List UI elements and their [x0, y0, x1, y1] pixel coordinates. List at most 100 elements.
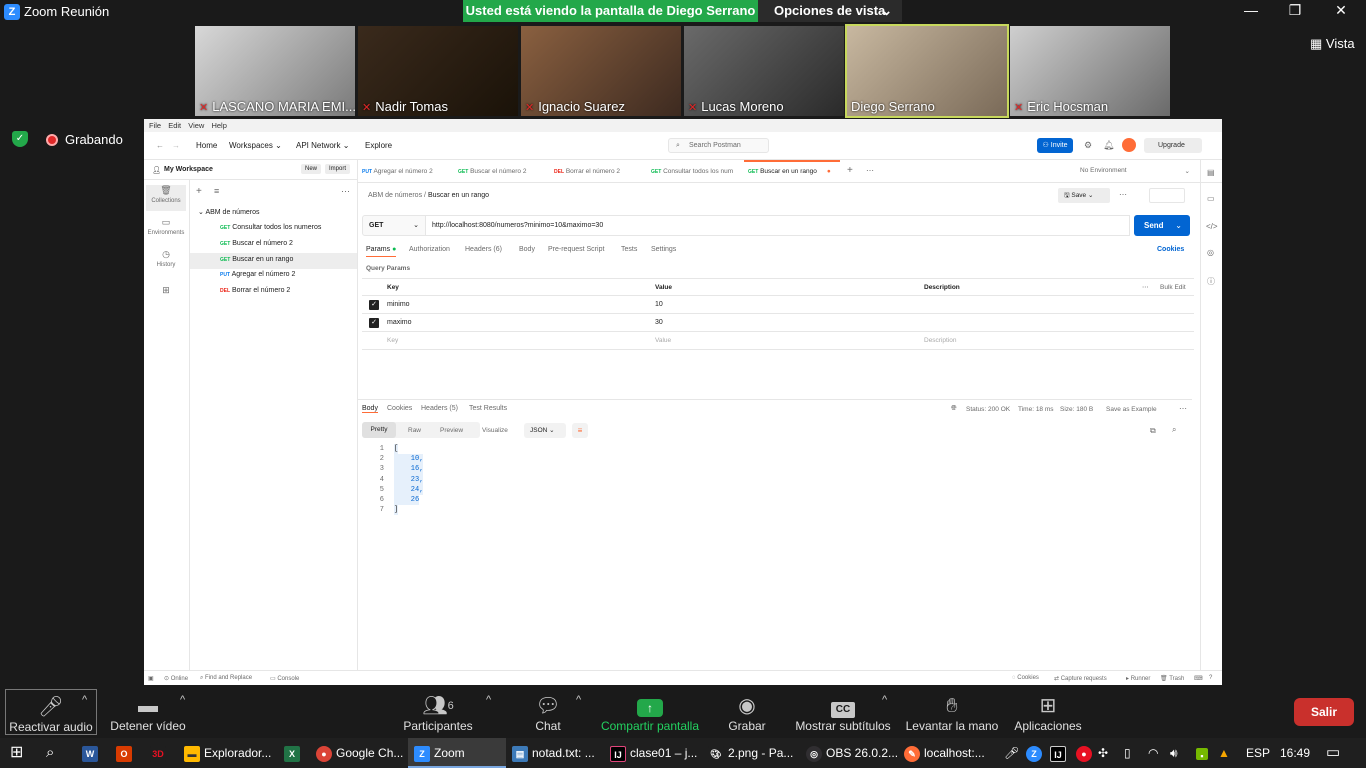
- resp-tab-test-results[interactable]: Test Results: [469, 405, 507, 412]
- new-tab-plus-icon[interactable]: +: [847, 165, 853, 176]
- network-tray-icon[interactable]: ✣: [1098, 738, 1108, 768]
- color-picker-tray-icon[interactable]: ●: [1076, 738, 1096, 768]
- value-input[interactable]: Value: [655, 337, 671, 344]
- apps-button[interactable]: ⊞ Aplicaciones: [1010, 689, 1086, 733]
- save-button[interactable]: 🖫︎ Save ⌄: [1058, 188, 1110, 203]
- nav-explore[interactable]: Explore: [365, 141, 392, 150]
- help-icon[interactable]: ?: [1209, 675, 1212, 681]
- comments-icon[interactable]: ▭: [1207, 194, 1215, 203]
- tab-settings[interactable]: Settings: [651, 246, 676, 253]
- share-screen-button[interactable]: ↑ Compartir pantalla: [598, 689, 702, 733]
- rail-environments[interactable]: ▭ Environments: [146, 217, 186, 243]
- menu-view[interactable]: View: [188, 121, 204, 130]
- lightbulb-icon[interactable]: ◎: [1207, 248, 1214, 257]
- nvidia-tray-icon[interactable]: ▪: [1196, 738, 1212, 768]
- method-select[interactable]: GET ⌄: [362, 215, 426, 236]
- stop-video-button[interactable]: ▬ Detener vídeo: [108, 689, 188, 733]
- more-icon[interactable]: ⋯: [1119, 190, 1127, 199]
- forward-arrow-icon[interactable]: →: [172, 141, 180, 150]
- office-icon[interactable]: O: [116, 738, 136, 768]
- wrap-lines-icon[interactable]: ≡: [572, 423, 588, 438]
- participants-button[interactable]: 👥︎6 Participantes: [398, 689, 478, 733]
- view-preview[interactable]: Preview: [440, 427, 463, 434]
- tab-params[interactable]: Params ●: [366, 246, 397, 257]
- taskbar-chrome[interactable]: ● Google Ch...: [316, 738, 403, 768]
- vlc-tray-icon[interactable]: ▲: [1218, 738, 1230, 768]
- taskbar-paint[interactable]: 🎨︎ 2.png - Pa...: [708, 738, 793, 768]
- caret-up-icon[interactable]: ^: [486, 694, 491, 706]
- shield-icon[interactable]: ✓: [12, 131, 28, 147]
- save-example-button[interactable]: Save as Example: [1106, 406, 1157, 413]
- code-icon[interactable]: </>: [1206, 222, 1218, 231]
- rail-apps[interactable]: ⊞: [146, 285, 186, 311]
- param-key[interactable]: maximo: [387, 319, 412, 326]
- view-options-button[interactable]: Opciones de vista ⌄: [758, 0, 902, 22]
- caret-up-icon[interactable]: ^: [180, 694, 185, 706]
- filter-icon[interactable]: ≡: [214, 186, 219, 196]
- keyboard-icon[interactable]: ⌨: [1194, 675, 1203, 682]
- request-item-selected[interactable]: GET Buscar en un rango: [190, 253, 357, 269]
- more-icon[interactable]: ⋯: [1179, 404, 1187, 413]
- search-input[interactable]: ⌕ Search Postman: [668, 138, 769, 153]
- tab-headers[interactable]: Headers (6): [465, 246, 502, 253]
- format-select[interactable]: JSON ⌄: [524, 423, 566, 438]
- raise-hand-button[interactable]: ✋︎ Levantar la mano: [904, 689, 1000, 733]
- wifi-icon[interactable]: ◠: [1148, 738, 1158, 768]
- menu-edit[interactable]: Edit: [168, 121, 181, 130]
- param-checkbox[interactable]: ✓: [369, 300, 379, 310]
- import-button[interactable]: Import: [325, 164, 351, 174]
- excel-icon[interactable]: X: [284, 738, 304, 768]
- microphone-tray-icon[interactable]: 🎤︎: [1004, 738, 1019, 768]
- param-value[interactable]: 10: [655, 301, 663, 308]
- request-item[interactable]: GET Buscar el número 2: [220, 240, 293, 247]
- request-tab[interactable]: GET Consultar todos los num: [651, 168, 733, 175]
- menu-file[interactable]: File: [149, 121, 161, 130]
- taskbar-notepad[interactable]: ▤ notad.txt: ...: [512, 738, 595, 768]
- caret-up-icon[interactable]: ^: [82, 694, 87, 706]
- intellij-tray-icon[interactable]: IJ: [1050, 738, 1070, 768]
- param-value[interactable]: 30: [655, 319, 663, 326]
- invite-button[interactable]: ⚇ Invite: [1037, 138, 1073, 153]
- back-arrow-icon[interactable]: ←: [156, 141, 164, 150]
- search-icon[interactable]: ⌕: [46, 738, 54, 768]
- more-icon[interactable]: ⋯: [341, 186, 350, 197]
- leave-button[interactable]: Salir: [1294, 698, 1354, 726]
- resp-tab-cookies[interactable]: Cookies: [387, 405, 412, 412]
- view-toggle-button[interactable]: ▦ Vista: [1310, 36, 1355, 52]
- find-replace-button[interactable]: ⌕ Find and Replace: [200, 675, 252, 682]
- trash-button[interactable]: 🗑︎ Trash: [1160, 675, 1184, 682]
- request-tab[interactable]: DEL Borrar el número 2: [554, 168, 620, 175]
- breadcrumb-parent[interactable]: ABM de números: [368, 192, 422, 199]
- view-visualize[interactable]: Visualize: [482, 427, 508, 434]
- request-item[interactable]: PUT Agregar el número 2: [220, 271, 295, 278]
- rail-history[interactable]: ◷ History: [146, 249, 186, 275]
- volume-icon[interactable]: 🔊︎: [1170, 738, 1178, 768]
- collection-item[interactable]: ⌄ ABM de números: [198, 208, 260, 216]
- request-tab[interactable]: PUT Agregar el número 2: [362, 168, 433, 175]
- environment-select[interactable]: No Environment ⌄: [1080, 167, 1190, 175]
- nav-workspaces[interactable]: Workspaces ⌄: [229, 141, 282, 150]
- tab-body[interactable]: Body: [519, 246, 535, 253]
- bell-icon[interactable]: 🔔︎: [1103, 140, 1114, 151]
- cookies-link[interactable]: Cookies: [1157, 246, 1184, 253]
- avatar[interactable]: [1122, 138, 1136, 152]
- record-button[interactable]: ◉ Grabar: [720, 689, 774, 733]
- send-button[interactable]: Send ⌄: [1134, 215, 1190, 236]
- request-tab-active[interactable]: GET Buscar en un rango ●: [744, 160, 840, 183]
- console-button[interactable]: ▭ Console: [270, 675, 299, 682]
- close-icon[interactable]: ✕: [1331, 2, 1351, 19]
- online-status[interactable]: ⊙ Online: [164, 675, 188, 682]
- tab-pre-request-script[interactable]: Pre-request Script: [548, 246, 604, 253]
- info-icon[interactable]: ⓘ: [1207, 276, 1215, 287]
- participant-tile[interactable]: ✕ LASCANO MARIA EMI...: [195, 26, 355, 116]
- caret-up-icon[interactable]: ^: [882, 694, 887, 706]
- notification-icon[interactable]: ▭: [1326, 738, 1340, 768]
- request-item[interactable]: DEL Borrar el número 2: [220, 287, 290, 294]
- restore-icon[interactable]: ❐: [1285, 2, 1305, 19]
- settings-icon[interactable]: ⚙: [1084, 140, 1092, 151]
- copy-icon[interactable]: ⧉: [1150, 426, 1156, 436]
- nav-home[interactable]: Home: [196, 141, 217, 150]
- menu-help[interactable]: Help: [211, 121, 226, 130]
- edit-view-toggle[interactable]: [1149, 188, 1185, 203]
- show-captions-button[interactable]: CC Mostrar subtítulos: [792, 689, 894, 733]
